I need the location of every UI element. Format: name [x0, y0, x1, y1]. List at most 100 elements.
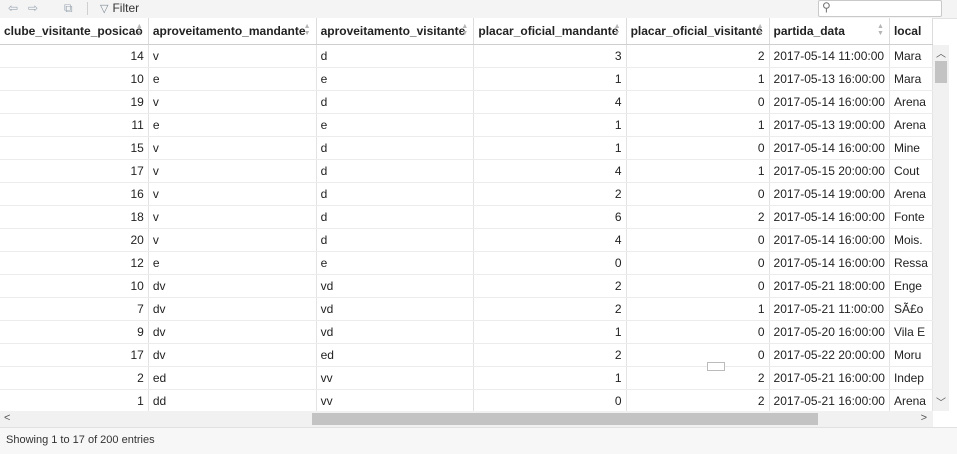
table-cell: 9	[0, 320, 149, 344]
table-cell: 18	[0, 205, 149, 229]
filter-button[interactable]: ▽ Filter	[100, 0, 139, 17]
arrow-right-icon[interactable]: ⇨	[28, 1, 38, 15]
table-cell: 0	[626, 251, 770, 275]
table-row[interactable]: 17 dv ed 2 0 2017-05-22 20:00:00 Moru	[0, 343, 933, 367]
table-row[interactable]: 18 v d 6 2 2017-05-14 16:00:00 Fonte	[0, 205, 933, 229]
table-cell: dv	[148, 274, 317, 298]
horizontal-scroll-thumb[interactable]	[312, 413, 818, 425]
table-cell: 14	[0, 44, 149, 68]
table-cell: 19	[0, 90, 149, 114]
table-row[interactable]: 15 v d 1 0 2017-05-14 16:00:00 Mine	[0, 136, 933, 160]
table-cell: 1	[626, 297, 770, 321]
column-header-label: aproveitamento_visitante	[320, 24, 466, 38]
table-row[interactable]: 14 v d 3 2 2017-05-14 11:00:00 Mara	[0, 44, 933, 68]
table-row[interactable]: 2 ed vv 1 2 2017-05-21 16:00:00 Indep	[0, 366, 933, 390]
table-row[interactable]: 10 e e 1 1 2017-05-13 16:00:00 Mara	[0, 67, 933, 91]
table-cell: 2017-05-14 16:00:00	[769, 136, 890, 160]
sort-icon[interactable]: ▲ ▼	[877, 23, 884, 37]
table-cell: 17	[0, 343, 149, 367]
table-row[interactable]: 9 dv vd 1 0 2017-05-20 16:00:00 Vila E	[0, 320, 933, 344]
table-cell: Enge	[889, 274, 933, 298]
horizontal-scrollbar[interactable]: < >	[0, 411, 933, 427]
data-table: clube_visitante_posicao ▲ ▼ aproveitamento_…	[0, 18, 933, 411]
entries-status: Showing 1 to 17 of 200 entries	[6, 434, 155, 446]
table-row[interactable]: 19 v d 4 0 2017-05-14 16:00:00 Arena	[0, 90, 933, 114]
table-cell: v	[148, 136, 317, 160]
table-cell: 2017-05-14 11:00:00	[769, 44, 890, 68]
table-cell: 20	[0, 228, 149, 252]
table-body: 14 v d 3 2 2017-05-14 11:00:00 Mara 10 e e 1 1 2017-…	[0, 44, 933, 411]
table-cell: d	[316, 228, 475, 252]
table-row[interactable]: 1 dd vv 0 2 2017-05-21 16:00:00 Arena	[0, 389, 933, 411]
header-row: clube_visitante_posicao ▲ ▼ aproveitamento_…	[0, 18, 933, 45]
toolbar: ⇦ ⇨ ⧉ ▽ Filter ⚲	[0, 0, 957, 19]
table-cell: 4	[473, 159, 627, 183]
table-cell: 2017-05-21 16:00:00	[769, 366, 890, 390]
table-cell: 3	[473, 44, 627, 68]
table-cell: 2017-05-14 16:00:00	[769, 90, 890, 114]
table-cell: 0	[626, 182, 770, 206]
popout-icon[interactable]: ⧉	[64, 1, 73, 15]
chevron-right-icon[interactable]: >	[921, 412, 927, 424]
chevron-left-icon[interactable]: <	[4, 412, 10, 424]
table-cell: 1	[473, 113, 627, 137]
table-row[interactable]: 17 v d 4 1 2017-05-15 20:00:00 Cout	[0, 159, 933, 183]
table-cell: vd	[316, 320, 475, 344]
table-cell: 6	[473, 205, 627, 229]
column-header[interactable]: local	[889, 18, 933, 45]
column-header[interactable]: aproveitamento_mandante ▲ ▼	[148, 18, 317, 45]
table-row[interactable]: 16 v d 2 0 2017-05-14 19:00:00 Arena	[0, 182, 933, 206]
table-cell: Indep	[889, 366, 933, 390]
table-cell: 2017-05-14 16:00:00	[769, 251, 890, 275]
table-cell: 10	[0, 274, 149, 298]
table-cell: Arena	[889, 182, 933, 206]
table-row[interactable]: 12 e e 0 0 2017-05-14 16:00:00 Ressa	[0, 251, 933, 275]
table-cell: v	[148, 228, 317, 252]
table-row[interactable]: 7 dv vd 2 1 2017-05-21 11:00:00 SÃ£o	[0, 297, 933, 321]
table-cell: 0	[626, 343, 770, 367]
table-cell: e	[148, 251, 317, 275]
table-cell: 16	[0, 182, 149, 206]
column-header[interactable]: clube_visitante_posicao ▲ ▼	[0, 18, 149, 45]
table-cell: 1	[626, 113, 770, 137]
search-input[interactable]: ⚲	[818, 0, 942, 17]
table-cell: d	[316, 182, 475, 206]
resize-handle[interactable]	[707, 362, 725, 371]
vertical-scroll-thumb[interactable]	[935, 61, 947, 83]
column-header-label: placar_oficial_mandante	[478, 24, 619, 38]
chevron-down-icon[interactable]: ﹀	[936, 394, 946, 409]
column-header[interactable]: placar_oficial_mandante ▲ ▼	[473, 18, 627, 45]
column-header[interactable]: aproveitamento_visitante ▲ ▼	[316, 18, 475, 45]
table-cell: 12	[0, 251, 149, 275]
table-cell: Arena	[889, 90, 933, 114]
table-cell: 2017-05-21 18:00:00	[769, 274, 890, 298]
table-cell: 0	[473, 251, 627, 275]
sort-icon[interactable]: ▲ ▼	[461, 23, 468, 37]
table-row[interactable]: 10 dv vd 2 0 2017-05-21 18:00:00 Enge	[0, 274, 933, 298]
table-row[interactable]: 20 v d 4 0 2017-05-14 16:00:00 Mois.	[0, 228, 933, 252]
table-cell: 4	[473, 228, 627, 252]
column-header-label: partida_data	[773, 24, 845, 38]
vertical-scrollbar[interactable]: ︿ ﹀	[933, 45, 949, 411]
sort-icon[interactable]: ▲ ▼	[136, 23, 143, 37]
column-header-label: local	[893, 24, 922, 38]
sort-icon[interactable]: ▲ ▼	[614, 23, 621, 37]
filter-label: Filter	[112, 1, 140, 15]
column-header-label: clube_visitante_posicao	[4, 24, 143, 38]
table-cell: 2	[626, 205, 770, 229]
column-header[interactable]: placar_oficial_visitante ▲ ▼	[626, 18, 770, 45]
table-cell: 0	[626, 228, 770, 252]
table-cell: Mara	[889, 67, 933, 91]
chevron-up-icon[interactable]: ︿	[936, 45, 946, 60]
table-cell: 1	[626, 159, 770, 183]
table-cell: 11	[0, 113, 149, 137]
toolbar-separator	[87, 2, 88, 15]
table-row[interactable]: 11 e e 1 1 2017-05-13 19:00:00 Arena	[0, 113, 933, 137]
column-header[interactable]: partida_data ▲ ▼	[769, 18, 890, 45]
table-cell: d	[316, 136, 475, 160]
sort-icon[interactable]: ▲ ▼	[304, 23, 311, 37]
table-cell: dv	[148, 320, 317, 344]
table-cell: 2017-05-21 16:00:00	[769, 389, 890, 411]
arrow-left-icon[interactable]: ⇦	[8, 1, 18, 15]
sort-icon[interactable]: ▲ ▼	[757, 23, 764, 37]
